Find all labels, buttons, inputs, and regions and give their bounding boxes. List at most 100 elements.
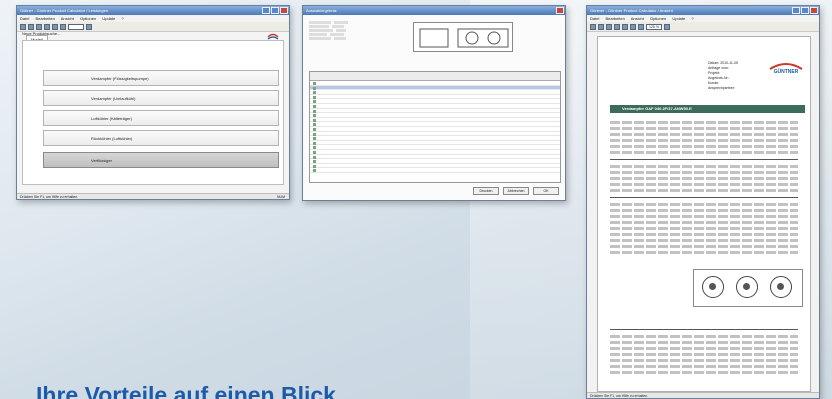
preview-page: GÜNTNER Datum: 2010-11-05 Anfrage vom: P… bbox=[597, 36, 811, 392]
spec-block bbox=[610, 239, 798, 242]
new-icon[interactable] bbox=[20, 23, 26, 30]
spec-block bbox=[610, 365, 798, 368]
divider bbox=[610, 329, 798, 330]
dialog-buttons: Drucken Abbrechen OK bbox=[473, 187, 559, 195]
menu-edit[interactable]: Bearbeiten bbox=[35, 16, 54, 21]
spec-block bbox=[610, 353, 798, 356]
page-headline: Ihre Vorteile auf einen Blick bbox=[36, 382, 336, 399]
spec-block bbox=[610, 189, 798, 192]
spec-block bbox=[610, 233, 798, 236]
spec-block bbox=[610, 145, 798, 148]
fan-icon bbox=[702, 276, 724, 298]
spec-block bbox=[610, 251, 798, 254]
settings-icon[interactable] bbox=[630, 23, 636, 30]
spec-block bbox=[610, 139, 798, 142]
choice-dry-cooler[interactable]: Rückkühler (Luftkühler) bbox=[43, 130, 279, 146]
spec-block bbox=[610, 133, 798, 136]
unit-select[interactable] bbox=[68, 23, 84, 30]
menu-options[interactable]: Optionen bbox=[650, 16, 666, 21]
spec-block bbox=[610, 347, 798, 350]
spec-block bbox=[610, 121, 798, 124]
spec-block bbox=[610, 151, 798, 154]
save-icon[interactable] bbox=[606, 23, 612, 30]
product-selection-window: Gültner - Güntner Product Calculator / L… bbox=[16, 5, 290, 200]
close-button[interactable] bbox=[280, 7, 288, 14]
help-icon[interactable] bbox=[664, 23, 670, 30]
page-info: Datum: 2010-11-05 Anfrage vom: Projekt: … bbox=[708, 61, 738, 91]
maximize-button[interactable] bbox=[801, 7, 809, 14]
spec-block bbox=[610, 127, 798, 130]
table-header bbox=[310, 72, 560, 81]
status-text: Drücken Sie F1, um Hilfe zu erhalten. bbox=[590, 394, 649, 398]
zoom-select[interactable]: 125 % bbox=[646, 23, 662, 30]
spec-block bbox=[610, 359, 798, 362]
open-icon[interactable] bbox=[598, 23, 604, 30]
menu-file[interactable]: Datei bbox=[590, 16, 599, 21]
search-icon[interactable] bbox=[52, 23, 58, 30]
status-bar: Drücken Sie F1, um Hilfe zu erhalten. bbox=[587, 392, 819, 398]
cancel-button[interactable]: Abbrechen bbox=[503, 187, 529, 195]
choice-condenser[interactable]: Verflüssiger bbox=[43, 152, 279, 168]
menu-update[interactable]: Update bbox=[102, 16, 115, 21]
results-window: Auswahlergebnis Drucken Abbrechen OK bbox=[302, 5, 566, 201]
menu-file[interactable]: Datei bbox=[20, 16, 29, 21]
settings-icon[interactable] bbox=[60, 23, 66, 30]
menu-edit[interactable]: Bearbeiten bbox=[605, 16, 624, 21]
page-icon[interactable] bbox=[638, 23, 644, 30]
minimize-button[interactable] bbox=[262, 7, 270, 14]
maximize-button[interactable] bbox=[271, 7, 279, 14]
search-icon[interactable] bbox=[622, 23, 628, 30]
menu-update[interactable]: Update bbox=[672, 16, 685, 21]
print-button[interactable]: Drucken bbox=[473, 187, 499, 195]
divider bbox=[610, 159, 798, 160]
window-titlebar: Gültner - Güntner Product Calculator / L… bbox=[17, 6, 289, 15]
spec-block bbox=[610, 341, 798, 344]
table-row[interactable] bbox=[310, 168, 560, 173]
brand-logo-text: GÜNTNER bbox=[774, 68, 799, 75]
close-button[interactable] bbox=[556, 7, 564, 14]
close-button[interactable] bbox=[810, 7, 818, 14]
divider bbox=[610, 197, 798, 198]
spec-block bbox=[610, 227, 798, 230]
spec-block bbox=[610, 171, 798, 174]
new-icon[interactable] bbox=[590, 23, 596, 30]
status-bar: Drücken Sie F1, um Hilfe zu erhalten. NU… bbox=[17, 193, 289, 199]
menu-view[interactable]: Ansicht bbox=[61, 16, 74, 21]
status-num: NUM bbox=[277, 195, 285, 199]
spec-block bbox=[610, 183, 798, 186]
menu-help[interactable]: ? bbox=[691, 16, 693, 21]
fan-icon bbox=[770, 276, 792, 298]
window-title: Güntner - Güntner Product Calculator / A… bbox=[590, 8, 673, 13]
ok-button[interactable]: OK bbox=[533, 187, 559, 195]
spec-block bbox=[610, 203, 798, 206]
menu-view[interactable]: Ansicht bbox=[631, 16, 644, 21]
info-contact: Ansprechpartner: bbox=[708, 86, 735, 90]
save-icon[interactable] bbox=[36, 23, 42, 30]
spec-block bbox=[610, 165, 798, 168]
toolbar: 125 % bbox=[587, 22, 819, 32]
choice-evaporator-circulation[interactable]: Verdampfer (Umlaufkühl) bbox=[43, 90, 279, 106]
choice-evaporator-pump[interactable]: Verdampfer (Flüssigkeitspumpe) bbox=[43, 70, 279, 86]
window-title: Auswahlergebnis bbox=[306, 8, 337, 13]
choice-air-cooler[interactable]: Luftkühler (Kälteträger) bbox=[43, 110, 279, 126]
results-table bbox=[309, 71, 561, 183]
window-titlebar: Güntner - Güntner Product Calculator / A… bbox=[587, 6, 819, 15]
menu-bar: Datei Bearbeiten Ansicht Optionen Update… bbox=[587, 15, 819, 22]
print-icon[interactable] bbox=[614, 23, 620, 30]
spec-block bbox=[610, 221, 798, 224]
minimize-button[interactable] bbox=[792, 7, 800, 14]
unit-drawing bbox=[693, 269, 803, 307]
window-title: Gültner - Güntner Product Calculator / L… bbox=[20, 8, 109, 13]
menu-bar: Datei Bearbeiten Ansicht Optionen Update… bbox=[17, 15, 289, 22]
product-title: Verdampfer GAF 040.2F/37-ANW50.E bbox=[622, 106, 692, 111]
spec-block bbox=[610, 215, 798, 218]
open-icon[interactable] bbox=[28, 23, 34, 30]
menu-help[interactable]: ? bbox=[121, 16, 123, 21]
unit-drawing bbox=[413, 22, 513, 52]
brand-logo-icon: GÜNTNER bbox=[769, 63, 803, 75]
print-icon[interactable] bbox=[44, 23, 50, 30]
preview-window: Güntner - Güntner Product Calculator / A… bbox=[586, 5, 820, 399]
help-icon[interactable] bbox=[86, 23, 92, 30]
spec-block bbox=[610, 335, 798, 338]
menu-options[interactable]: Optionen bbox=[80, 16, 96, 21]
